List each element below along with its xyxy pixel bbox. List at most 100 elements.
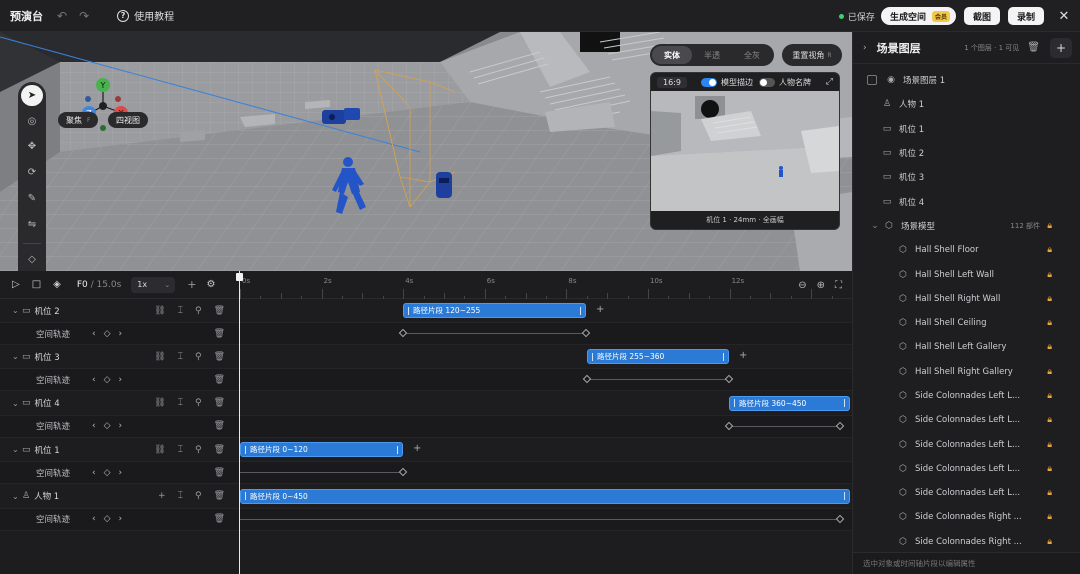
- fit-icon[interactable]: ⛶: [835, 280, 842, 291]
- trash-icon[interactable]: 🗑: [214, 375, 225, 385]
- layer-item[interactable]: ⬡ Side Colonnades Left L... 🔒︎: [853, 384, 1080, 408]
- trash-icon[interactable]: 🗑: [214, 468, 225, 478]
- reset-view-button[interactable]: 重置视角 R: [782, 44, 842, 66]
- expand-icon[interactable]: ⤢: [826, 77, 833, 87]
- path-clip[interactable]: 路径片段 0~450: [240, 488, 850, 504]
- pin-icon[interactable]: ⚲: [195, 352, 202, 362]
- track-row[interactable]: ⌄ ▭ 机位 2 ⛓ ⌶ ⚲ 🗑 路径片段 120~255 +: [0, 299, 852, 323]
- clip-right-handle[interactable]: [723, 352, 724, 361]
- play-icon[interactable]: ▷: [12, 279, 20, 290]
- align-icon[interactable]: ⌶: [178, 445, 183, 455]
- stop-icon[interactable]: □: [32, 279, 41, 290]
- layer-item[interactable]: ⬡ Side Colonnades Left L... 🔒︎: [853, 481, 1080, 505]
- layer-item[interactable]: ⌄ ⬡ 场景模型 112 部件 🔒︎: [853, 214, 1080, 238]
- pin-icon[interactable]: ⚲: [195, 306, 202, 316]
- next-keyframe-icon[interactable]: ›: [119, 421, 123, 431]
- settings-sliders-icon[interactable]: ⚙: [206, 279, 215, 290]
- next-keyframe-icon[interactable]: ›: [119, 468, 123, 478]
- align-icon[interactable]: ⌶: [178, 352, 183, 362]
- layer-item[interactable]: ⬡ Hall Shell Ceiling 🔒︎: [853, 311, 1080, 335]
- lock-icon[interactable]: 🔒︎: [1047, 342, 1052, 352]
- path-tool-icon[interactable]: ✎: [21, 188, 43, 209]
- layer-item[interactable]: ▭ 机位 4: [853, 189, 1080, 213]
- chevron-down-icon[interactable]: ⌄: [12, 445, 22, 454]
- model-outline-toggle[interactable]: [700, 77, 717, 87]
- layer-item[interactable]: ▭ 机位 2: [853, 141, 1080, 165]
- lock-icon[interactable]: 🔒︎: [1047, 221, 1052, 231]
- prev-keyframe-icon[interactable]: ‹: [92, 468, 96, 478]
- next-keyframe-icon[interactable]: ›: [119, 375, 123, 385]
- rotate-tool-icon[interactable]: ⟳: [21, 162, 43, 183]
- trash-icon[interactable]: 🗑: [214, 514, 225, 524]
- path-clip[interactable]: 路径片段 120~255: [403, 303, 586, 318]
- zoom-in-icon[interactable]: ⊕: [817, 280, 825, 291]
- undo-icon[interactable]: ↶: [57, 9, 67, 23]
- keyframe-diamond-icon[interactable]: ◇: [104, 514, 111, 524]
- layer-item[interactable]: ⬡ Hall Shell Right Wall 🔒︎: [853, 287, 1080, 311]
- lock-icon[interactable]: 🔒︎: [1047, 318, 1052, 328]
- add-clip-icon[interactable]: +: [413, 443, 421, 454]
- trash-icon[interactable]: 🗑: [214, 398, 225, 408]
- subtrack-row[interactable]: 空间轨迹 ‹ ◇ › 🗑: [0, 508, 852, 531]
- prev-keyframe-icon[interactable]: ‹: [92, 514, 96, 524]
- clip-right-handle[interactable]: [580, 306, 581, 315]
- layer-item[interactable]: ⬡ Hall Shell Right Gallery 🔒︎: [853, 360, 1080, 384]
- keyframe-diamond-icon[interactable]: ◇: [104, 468, 111, 478]
- pin-icon[interactable]: ⚲: [195, 445, 202, 455]
- generate-space-button[interactable]: 生成空间 会员: [880, 7, 956, 25]
- layer-item[interactable]: ⬡ Side Colonnades Right ... 🔒︎: [853, 505, 1080, 529]
- select-tool-icon[interactable]: ➤: [21, 85, 43, 106]
- track-row[interactable]: ⌄ ♙ 人物 1 + ⌶ ⚲ 🗑 路径片段 0~450: [0, 484, 852, 509]
- clip-left-handle[interactable]: [734, 399, 735, 408]
- layer-item[interactable]: ▭ 机位 3: [853, 165, 1080, 189]
- trash-icon[interactable]: 🗑: [214, 329, 225, 339]
- link-icon[interactable]: ⛓: [154, 306, 165, 316]
- collapse-panel-icon[interactable]: ›: [863, 43, 867, 53]
- track-row[interactable]: ⌄ ▭ 机位 3 ⛓ ⌶ ⚲ 🗑 路径片段 255~360 +: [0, 345, 852, 370]
- lock-icon[interactable]: 🔒︎: [1047, 488, 1052, 498]
- speed-select[interactable]: 1x ⌄: [131, 276, 176, 293]
- path-keyframe[interactable]: [835, 514, 845, 523]
- chevron-down-icon[interactable]: ⌄: [12, 306, 22, 315]
- lock-icon[interactable]: 🔒︎: [1047, 391, 1052, 401]
- add-clip-icon[interactable]: +: [739, 350, 747, 361]
- lock-icon[interactable]: 🔒︎: [1047, 245, 1052, 255]
- path-keyframe[interactable]: [581, 328, 591, 338]
- layer-checkbox[interactable]: [867, 75, 877, 86]
- next-keyframe-icon[interactable]: ›: [119, 329, 123, 339]
- prev-keyframe-icon[interactable]: ‹: [92, 421, 96, 431]
- path-keyframe[interactable]: [724, 375, 734, 384]
- quad-view-button[interactable]: 四视图: [108, 112, 148, 128]
- clip-right-handle[interactable]: [397, 445, 398, 454]
- subtrack-row[interactable]: 空间轨迹 ‹ ◇ › 🗑: [0, 369, 852, 392]
- record-button[interactable]: 录制: [1007, 7, 1044, 25]
- link-icon[interactable]: ⛓: [154, 445, 165, 455]
- trash-icon[interactable]: 🗑: [214, 491, 225, 501]
- playhead[interactable]: [239, 271, 240, 574]
- track-row[interactable]: ⌄ ▭ 机位 1 ⛓ ⌶ ⚲ 🗑 路径片段 0~120 +: [0, 438, 852, 463]
- layer-item[interactable]: ⬡ Side Colonnades Right ... 🔒︎: [853, 530, 1080, 554]
- trash-icon[interactable]: 🗑: [214, 445, 225, 455]
- aspect-ratio[interactable]: 16:9: [657, 76, 687, 88]
- time-ruler[interactable]: 0s 2s 4s 6s 8s 10s 12s: [240, 271, 853, 299]
- path-keyframe[interactable]: [835, 421, 845, 431]
- cube-tool-icon[interactable]: ◇: [21, 249, 43, 270]
- path-clip[interactable]: 路径片段 255~360: [587, 349, 729, 365]
- path-keyframe[interactable]: [398, 328, 408, 338]
- playhead-handle[interactable]: [236, 273, 243, 281]
- clip-left-handle[interactable]: [245, 445, 246, 454]
- mode-solid[interactable]: 实体: [652, 46, 692, 64]
- clip-right-handle[interactable]: [844, 399, 845, 408]
- layer-item[interactable]: ⬡ Side Colonnades Left L... 🔒︎: [853, 432, 1080, 456]
- character-name-toggle[interactable]: [758, 77, 775, 87]
- zoom-out-icon[interactable]: ⊖: [798, 280, 806, 291]
- prev-keyframe-icon[interactable]: ‹: [92, 375, 96, 385]
- layer-item[interactable]: ▭ 机位 1: [853, 117, 1080, 141]
- redo-icon[interactable]: ↷: [79, 9, 89, 23]
- keyframe-target-icon[interactable]: ◈: [53, 279, 61, 290]
- keyframe-diamond-icon[interactable]: ◇: [104, 375, 111, 385]
- layer-item[interactable]: ♙ 人物 1: [853, 92, 1080, 116]
- chevron-down-icon[interactable]: ⌄: [12, 399, 22, 408]
- trash-icon[interactable]: 🗑: [214, 306, 225, 316]
- keyframe-diamond-icon[interactable]: ◇: [104, 329, 111, 339]
